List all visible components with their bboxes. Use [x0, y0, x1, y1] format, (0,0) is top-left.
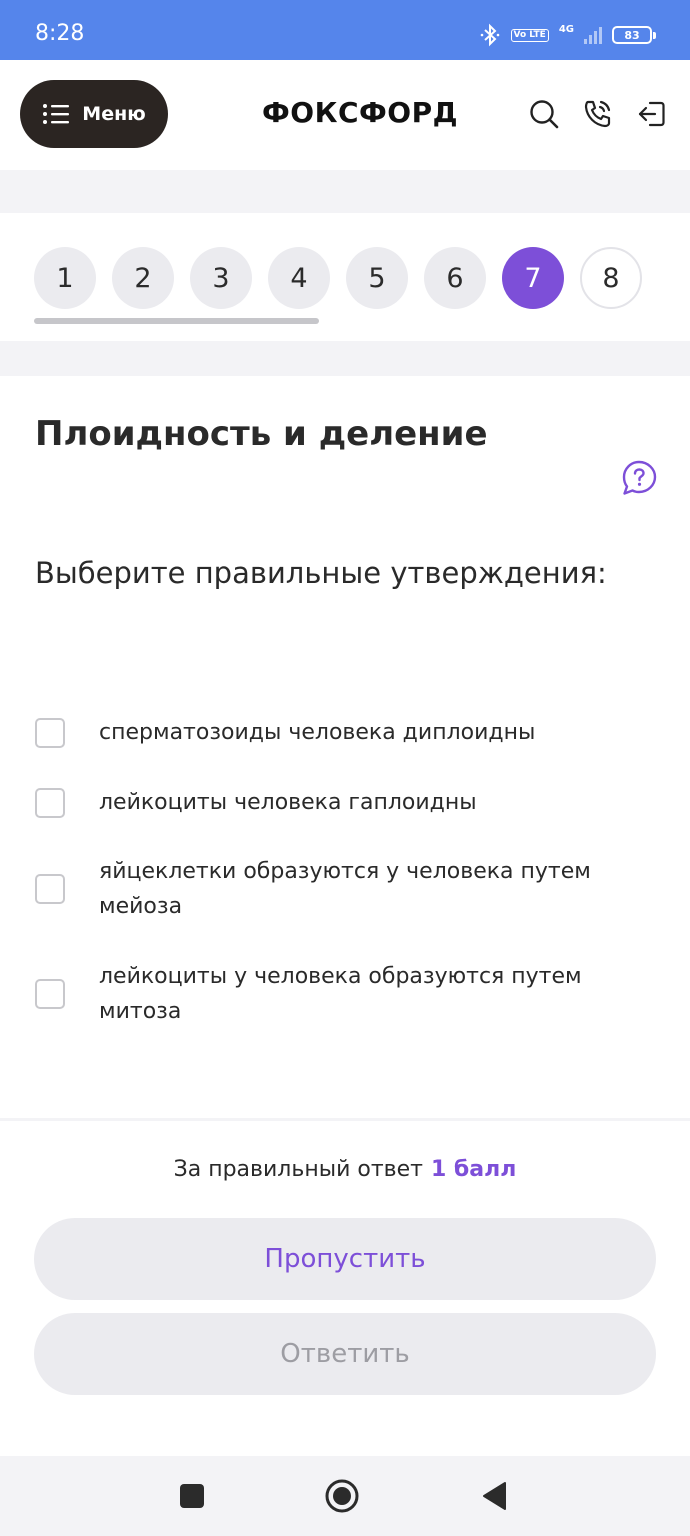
back-button[interactable] [474, 1476, 514, 1516]
answer-button[interactable]: Ответить [34, 1313, 656, 1395]
option-checkbox[interactable] [35, 979, 65, 1009]
app-header: Меню ФОКСФОРД [0, 60, 690, 170]
menu-button[interactable]: Меню [20, 80, 168, 148]
option-label[interactable]: яйцеклетки образуются у человека путем м… [99, 854, 629, 924]
option-label[interactable]: сперматозоиды человека диплоидны [99, 715, 629, 750]
points-label: За правильный ответ [173, 1157, 423, 1182]
points-info: За правильный ответ 1 балл [0, 1157, 690, 1182]
question-card: Плоидность и деление Выберите правильные… [0, 376, 690, 1118]
recents-button[interactable] [172, 1476, 212, 1516]
step-1[interactable]: 1 [34, 247, 96, 309]
status-icons: Vo LTE 4G 83 [479, 20, 656, 50]
question-steps: 1 2 3 4 5 6 7 8 [0, 213, 690, 341]
option-checkbox[interactable] [35, 717, 65, 748]
answer-option-1[interactable]: сперматозоиды человека диплоидны [35, 715, 655, 750]
volte-icon: Vo LTE [510, 28, 549, 42]
battery-icon: 83 [612, 26, 656, 44]
steps-scroll-indicator [34, 318, 319, 324]
system-nav-bar [0, 1456, 690, 1536]
question-title: Плоидность и деление [35, 414, 488, 454]
bluetooth-icon [480, 23, 499, 47]
phone-button[interactable] [578, 94, 618, 134]
step-7-current[interactable]: 7 [502, 247, 564, 309]
option-checkbox[interactable] [35, 787, 65, 818]
logout-button[interactable] [632, 94, 672, 134]
option-label[interactable]: лейкоциты человека гаплоидны [99, 785, 629, 820]
home-button[interactable] [322, 1476, 362, 1516]
step-8[interactable]: 8 [580, 247, 642, 309]
step-3[interactable]: 3 [190, 247, 252, 309]
search-icon [530, 100, 559, 129]
option-label[interactable]: лейкоциты у человека образуются путем ми… [99, 959, 629, 1029]
back-triangle-icon [483, 1482, 506, 1510]
help-icon[interactable] [620, 459, 658, 497]
option-checkbox[interactable] [35, 874, 65, 904]
answer-option-3[interactable]: яйцеклетки образуются у человека путем м… [35, 854, 655, 924]
status-bar: 8:28 Vo LTE 4G 83 [0, 0, 690, 60]
signal-icon [584, 26, 602, 44]
menu-icon [43, 104, 70, 124]
status-time: 8:28 [35, 21, 85, 46]
phone-icon [584, 100, 611, 128]
network-type: 4G [558, 23, 574, 35]
answer-footer: За правильный ответ 1 балл Пропустить Отв… [0, 1121, 690, 1456]
answer-option-4[interactable]: лейкоциты у человека образуются путем ми… [35, 959, 655, 1029]
step-6[interactable]: 6 [424, 247, 486, 309]
answer-option-2[interactable]: лейкоциты человека гаплоидны [35, 785, 655, 820]
question-text: Выберите правильные утверждения: [35, 556, 607, 590]
step-2[interactable]: 2 [112, 247, 174, 309]
menu-label: Меню [82, 103, 146, 125]
search-button[interactable] [524, 94, 564, 134]
home-circle-icon [325, 1479, 359, 1513]
battery-level: 83 [624, 28, 640, 42]
points-value: 1 балл [430, 1157, 517, 1182]
logout-icon [638, 101, 665, 127]
skip-button[interactable]: Пропустить [34, 1218, 656, 1300]
step-4[interactable]: 4 [268, 247, 330, 309]
recents-square-icon [180, 1484, 204, 1508]
step-5[interactable]: 5 [346, 247, 408, 309]
logo[interactable]: ФОКСФОРД [262, 96, 458, 129]
